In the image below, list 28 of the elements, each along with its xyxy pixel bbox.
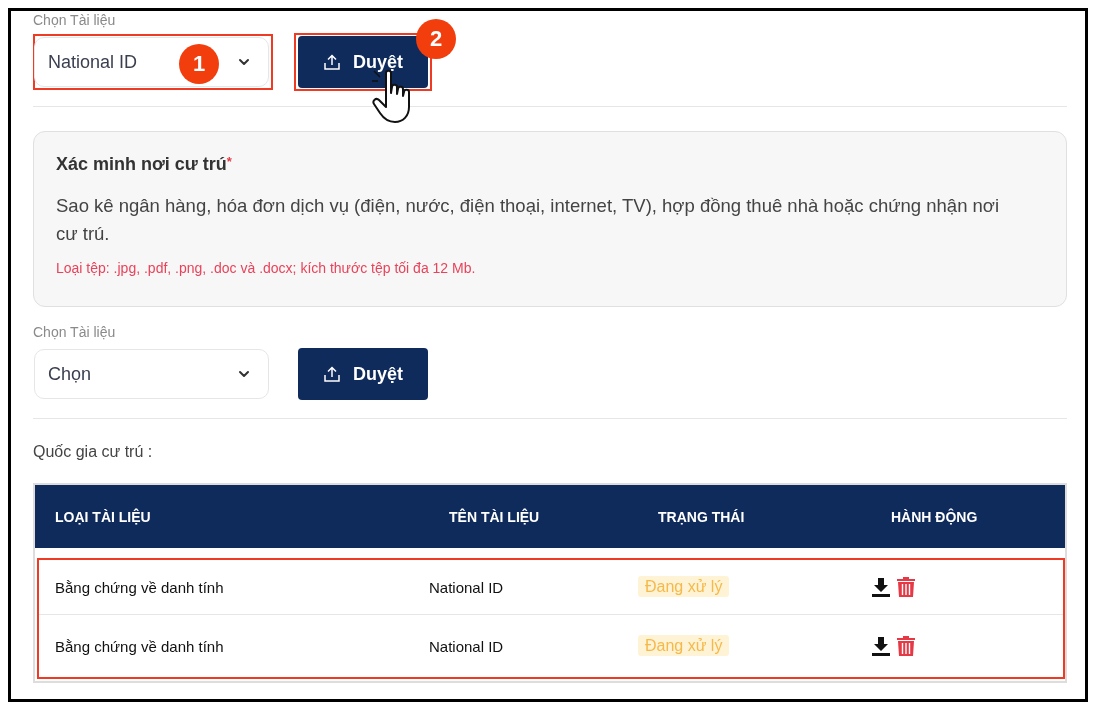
table-cell-text: Bằng chứng về danh tính (55, 578, 225, 596)
field-label: Chọn Tài liệu (33, 323, 117, 342)
browse-button[interactable]: Duyệt (298, 348, 428, 400)
column-header: HÀNH ĐỘNG (891, 508, 979, 525)
trash-icon[interactable] (897, 577, 915, 597)
table-cell-text: Bằng chứng về danh tính (55, 637, 225, 655)
column-header: LOẠI TÀI LIỆU (55, 508, 152, 525)
document-select[interactable]: Chọn (34, 349, 269, 399)
card-description: Sao kê ngân hàng, hóa đơn dịch vụ (điện, nước, điện thoại, internet, TV), hợp đồng thuê nhà hoặc chứng nhận nơi cư trú. (56, 194, 1001, 246)
file-type-note: Loại tệp: .jpg, .pdf, .png, .doc và .docx; kích thước tệp tối đa 12 Mb. (56, 260, 477, 276)
upload-icon (323, 365, 341, 383)
card-title: Xác minh nơi cư trú* (56, 154, 233, 175)
field-label: Chọn Tài liệu (33, 11, 117, 30)
required-mark: * (226, 154, 232, 169)
table-cell-text: National ID (429, 578, 505, 596)
download-icon[interactable] (871, 577, 891, 597)
chevron-down-icon (238, 370, 250, 378)
upload-icon (323, 53, 341, 71)
column-header: TÊN TÀI LIỆU (449, 508, 541, 525)
column-header: TRẠNG THÁI (658, 508, 746, 525)
chevron-down-icon (238, 58, 250, 66)
step-badge: 2 (416, 19, 456, 59)
status-badge: Đang xử lý (638, 635, 730, 656)
table-cell-text: National ID (429, 637, 505, 655)
trash-icon[interactable] (897, 636, 915, 656)
country-label: Quốc gia cư trú : (33, 443, 154, 462)
status-badge: Đang xử lý (638, 576, 730, 597)
download-icon[interactable] (871, 636, 891, 656)
